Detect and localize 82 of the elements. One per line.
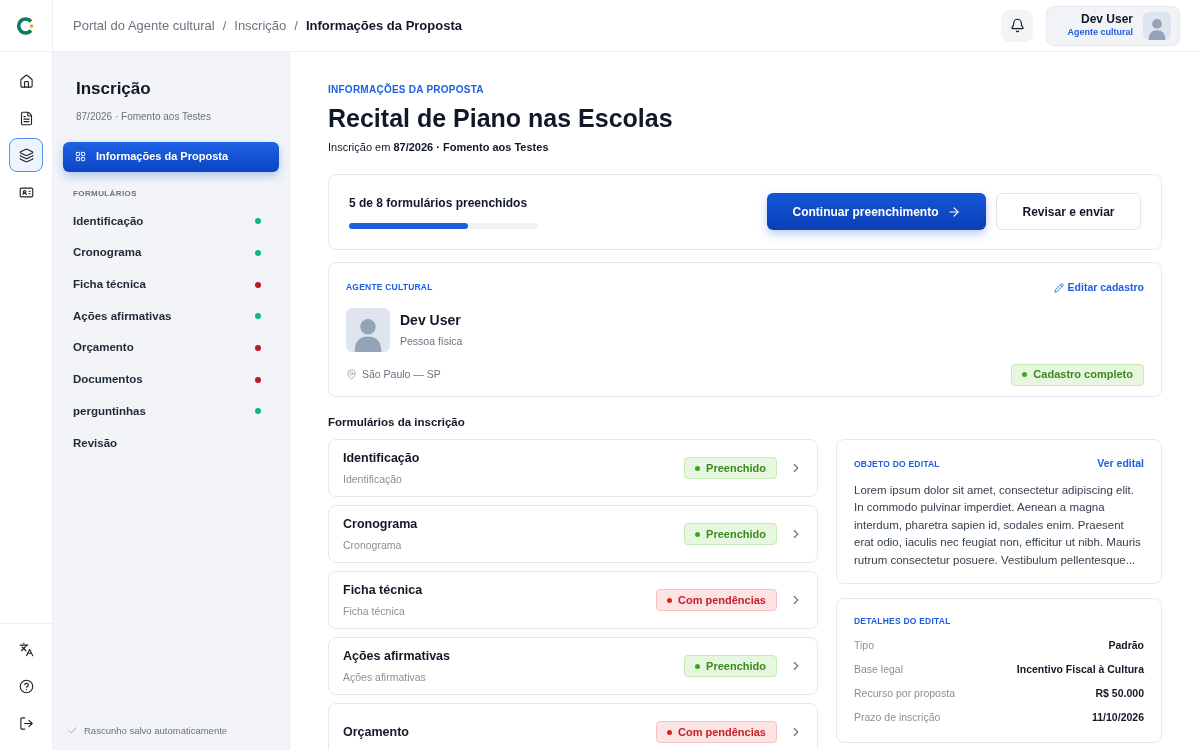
form-card[interactable]: Cronograma Cronograma Preenchido (328, 505, 818, 563)
autosave-status: Rascunho salvo automaticamente (84, 723, 228, 738)
logout-icon (18, 715, 34, 731)
form-subtitle: Ações afirmativas (343, 669, 427, 685)
breadcrumb-link[interactable]: Portal do Agente cultural (73, 15, 215, 36)
detail-label: Base legal (854, 662, 904, 678)
notifications-button[interactable] (1001, 9, 1034, 42)
form-title: Ficha técnica (343, 581, 424, 599)
sidebar-item[interactable]: Identificação (73, 212, 144, 230)
form-card[interactable]: Ficha técnica Ficha técnica Com pendências (328, 571, 818, 629)
detail-value: R$ 50.000 (1095, 686, 1144, 702)
logo-icon (16, 15, 36, 36)
translate-icon (18, 641, 34, 657)
pencil-icon (1053, 282, 1064, 293)
rail-button[interactable] (9, 138, 43, 172)
edital-description: Lorem ipsum dolor sit amet, consectetur adipiscing elit. In commodo pulvinar imperdiet. Aenean a magna interdum, pharetra sapien id, sodales enim. Praesent erat odio, iaculis nec feugiat non, efficitur ut nibh. Mauris rutrum consectetur posuere. Vestibulum pellentesque... (854, 482, 1142, 568)
breadcrumb-link[interactable]: Informações da Proposta (305, 15, 462, 36)
sidebar-item[interactable]: Orçamento (73, 339, 134, 357)
forms-heading: Formulários da inscrição (328, 414, 466, 430)
user-menu[interactable]: Dev User Agente cultural (1046, 5, 1180, 46)
form-subtitle: Cronograma (343, 537, 403, 553)
form-card[interactable]: Identificação Identificação Preenchido (328, 439, 818, 497)
page-eyebrow: INFORMAÇÕES DA PROPOSTA (328, 82, 485, 97)
edit-profile-link[interactable]: Editar cadastro (1053, 279, 1144, 296)
home-icon (18, 73, 34, 89)
card-eyebrow: OBJETO DO EDITAL (854, 457, 940, 471)
form-title: Ações afirmativas (343, 647, 451, 665)
avatar-icon (346, 307, 390, 352)
form-title: Orçamento (343, 723, 410, 741)
form-card[interactable]: Orçamento Com pendências (328, 703, 818, 750)
user-role: Agente cultural (1067, 27, 1133, 39)
id-card-icon (18, 184, 34, 200)
sidebar-title: Inscrição (76, 78, 152, 100)
arrow-icon (946, 204, 961, 219)
breadcrumb-separator: / (294, 16, 298, 35)
detail-value: Incentivo Fiscal à Cultura (1016, 662, 1144, 678)
detail-value: Padrão (1108, 638, 1144, 654)
status-badge: Com pendências (655, 589, 777, 611)
sidebar-item[interactable]: Ações afirmativas (73, 307, 172, 326)
page-subtitle: Inscrição em 87/2026 · Fomento aos Testes (328, 140, 550, 156)
progress-label: 5 de 8 formulários preenchidos (349, 195, 529, 213)
card-eyebrow: AGENTE CULTURAL (346, 281, 433, 294)
sidebar-subtitle: 87/2026 · Fomento aos Testes (76, 109, 212, 124)
breadcrumb-link[interactable]: Inscrição (234, 15, 287, 36)
detail-value: 11/10/2026 (1092, 710, 1144, 726)
form-subtitle: Identificação (343, 471, 403, 487)
bell-icon (1010, 18, 1025, 33)
status-badge: Cadastro completo (1011, 363, 1144, 386)
review-button[interactable]: Revisar e enviar (996, 193, 1141, 231)
sidebar-item[interactable]: Revisão (73, 434, 118, 452)
help-icon (18, 678, 34, 694)
sidebar-item[interactable]: Documentos (73, 371, 143, 389)
document-icon (18, 110, 34, 126)
breadcrumb-separator: / (222, 16, 227, 35)
status-badge: Preenchido (684, 523, 777, 545)
location-icon (346, 369, 357, 380)
form-card[interactable]: Ações afirmativas Ações afirmativas Preenchido (328, 637, 818, 695)
layers-icon (18, 147, 34, 163)
page-title: Recital de Piano nas Escolas (328, 103, 674, 134)
grid-icon (75, 151, 86, 162)
form-title: Identificação (343, 449, 421, 467)
form-subtitle: Ficha técnica (343, 603, 406, 619)
avatar-icon (1143, 11, 1171, 40)
sidebar-active-item[interactable]: Informações da Proposta (63, 141, 279, 172)
detail-label: Prazo de inscrição (854, 710, 941, 726)
detail-label: Recurso por proposta (854, 686, 955, 702)
sidebar-item[interactable]: perguntinhas (73, 402, 146, 421)
status-badge: Preenchido (684, 655, 777, 677)
status-badge: Com pendências (655, 721, 777, 743)
section-heading: FORMULÁRIOS (72, 187, 138, 200)
agent-location: São Paulo — SP (362, 366, 441, 382)
sidebar-item[interactable]: Ficha técnica (73, 276, 146, 294)
form-title: Cronograma (343, 515, 419, 533)
status-badge: Preenchido (684, 457, 777, 479)
continue-button[interactable]: Continuar preenchimento (767, 193, 986, 231)
agent-type: Pessoa física (400, 333, 463, 349)
agent-name: Dev User (400, 310, 462, 330)
user-name: Dev User (1080, 12, 1133, 28)
view-edital-link[interactable]: Ver edital (1097, 456, 1144, 472)
detail-label: Tipo (854, 638, 875, 654)
sidebar-item[interactable]: Cronograma (73, 244, 142, 262)
card-eyebrow: DETALHES DO EDITAL (854, 615, 952, 628)
